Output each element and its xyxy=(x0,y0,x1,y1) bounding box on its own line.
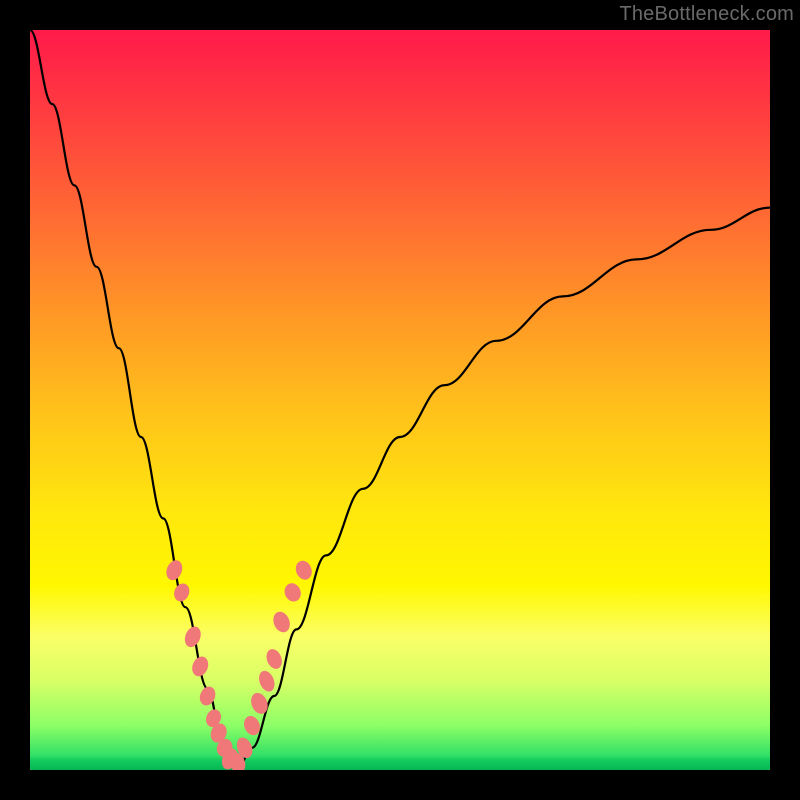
bead xyxy=(171,581,191,604)
bead xyxy=(282,581,304,604)
bead xyxy=(270,609,292,635)
bead xyxy=(197,684,218,708)
bead xyxy=(248,690,271,716)
bead xyxy=(163,558,185,583)
watermark-text: TheBottleneck.com xyxy=(619,3,794,26)
chart-frame xyxy=(30,30,770,770)
bead xyxy=(189,654,211,679)
bottleneck-curve-path xyxy=(30,30,770,770)
bottleneck-curve-svg xyxy=(30,30,770,770)
bead-cluster xyxy=(163,558,314,770)
bead xyxy=(264,647,285,671)
bead xyxy=(256,669,277,694)
bead xyxy=(293,558,315,582)
bead xyxy=(182,624,204,649)
